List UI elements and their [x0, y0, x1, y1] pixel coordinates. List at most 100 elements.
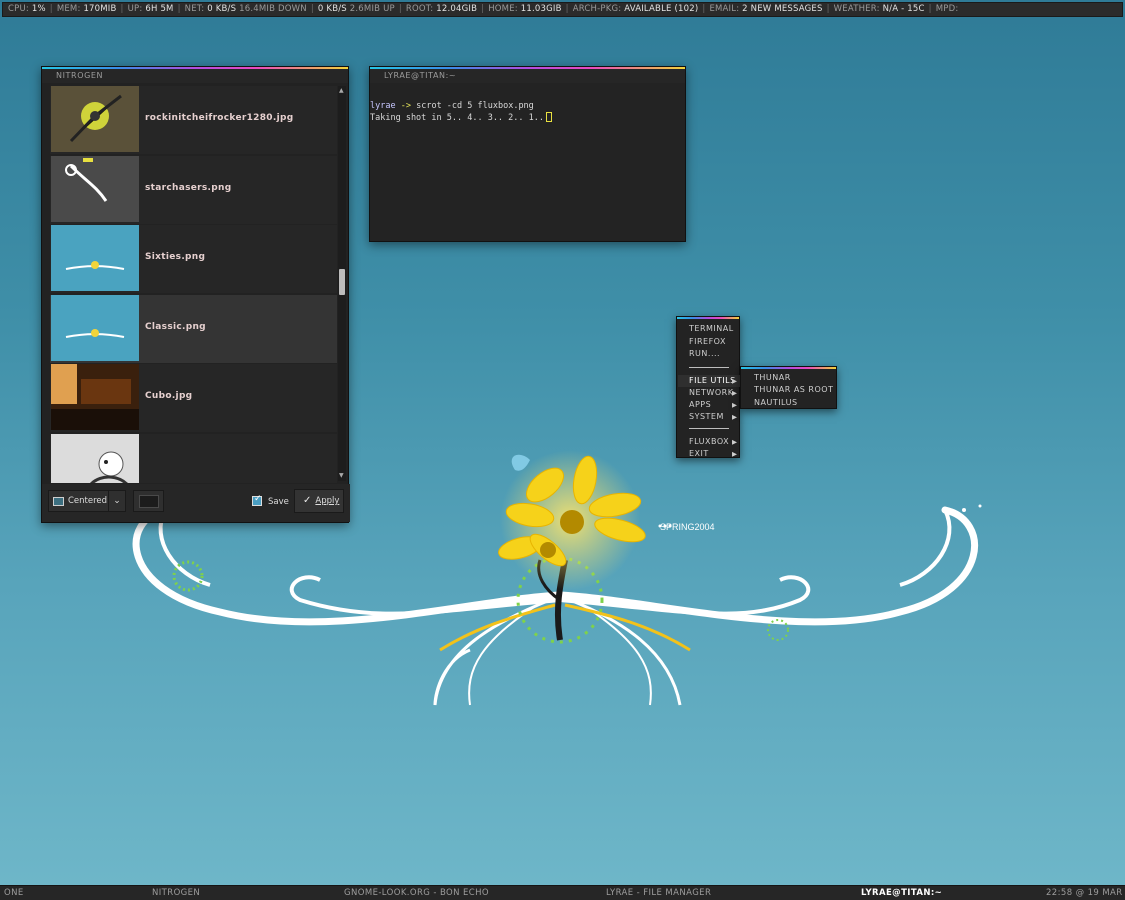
- status-value: 170MIB: [83, 4, 117, 14]
- status-separator: |: [481, 4, 485, 14]
- background-color-button[interactable]: [133, 490, 164, 512]
- nitrogen-window[interactable]: NITROGEN rockinitcheifrocker1280.jpg star…: [41, 66, 350, 523]
- scrollbar-thumb[interactable]: [339, 269, 345, 295]
- output-line: Taking shot in 5.. 4.. 3.. 2.. 1..: [370, 112, 685, 124]
- wallpaper-list-item[interactable]: [50, 433, 337, 483]
- terminal-output[interactable]: lyrae -> scrot -cd 5 fluxbox.png Taking …: [370, 101, 685, 124]
- menu-accent-bar: [677, 317, 739, 319]
- status-value: 6H 5M: [145, 4, 174, 14]
- status-separator: |: [398, 4, 402, 14]
- status-key: MEM:: [56, 4, 81, 14]
- chevron-right-icon: ▶: [732, 388, 737, 397]
- scroll-down-icon[interactable]: ▼: [339, 472, 344, 479]
- color-swatch: [139, 495, 159, 508]
- prompt-user: lyrae: [370, 101, 396, 111]
- mode-select[interactable]: Centered ⌄: [48, 490, 126, 512]
- submenu-item[interactable]: NAUTILUS: [754, 398, 798, 407]
- submenu-item[interactable]: NETWORK: [689, 388, 733, 397]
- submenu-item[interactable]: SYSTEM: [689, 412, 724, 421]
- top-status-bar: CPU: 1% | MEM: 170MIB | UP: 6H 5M | NET: 0 KB/…: [2, 2, 1123, 17]
- command-line: lyrae -> scrot -cd 5 fluxbox.png: [370, 101, 685, 112]
- status-extra: 16.4MIB DOWN: [239, 4, 307, 14]
- status-separator: |: [565, 4, 569, 14]
- wallpaper-list-item[interactable]: Cubo.jpg: [50, 364, 337, 432]
- chevron-right-icon: ▶: [732, 376, 737, 385]
- wallpaper-thumbnail[interactable]: [51, 433, 139, 483]
- menu-accent-bar: [741, 367, 836, 369]
- chevron-right-icon: ▶: [732, 401, 737, 410]
- apply-label: Apply: [315, 496, 340, 506]
- status-key: ROOT:: [405, 4, 434, 14]
- file-utils-submenu[interactable]: THUNAR THUNAR AS ROOT NAUTILUS: [740, 366, 837, 409]
- menu-item[interactable]: TERMINAL: [689, 324, 734, 333]
- monitor-icon: [53, 497, 64, 506]
- save-checkbox[interactable]: Save: [252, 494, 289, 507]
- workspace-name[interactable]: ONE: [4, 888, 24, 898]
- status-value: 0 KB/S: [207, 4, 237, 14]
- wallpaper-list-item[interactable]: Sixties.png: [50, 225, 337, 293]
- wallpaper-thumbnail[interactable]: [51, 364, 139, 430]
- root-menu[interactable]: TERMINAL FIREFOX RUN.... FILE UTILS ▶ NETWORK…: [676, 316, 740, 458]
- status-extra: 2.6MIB UP: [349, 4, 395, 14]
- status-key: ARCH-PKG:: [572, 4, 622, 14]
- submenu-item[interactable]: EXIT: [689, 449, 709, 458]
- menu-separator: [689, 366, 729, 368]
- save-label: Save: [268, 497, 289, 507]
- task-terminal[interactable]: LYRAE@TITAN:~: [861, 888, 942, 898]
- wallpaper-thumbnail[interactable]: [51, 155, 139, 222]
- wallpaper-filename: Cubo.jpg: [145, 391, 193, 401]
- menu-item[interactable]: RUN....: [689, 349, 720, 358]
- wallpaper-thumbnail[interactable]: [51, 294, 139, 361]
- terminal-window[interactable]: LYRAE@TITAN:~ lyrae -> scrot -cd 5 fluxb…: [369, 66, 686, 242]
- status-separator: |: [49, 4, 53, 14]
- scroll-up-icon[interactable]: ▲: [339, 87, 344, 94]
- task-nitrogen[interactable]: NITROGEN: [152, 888, 200, 898]
- wallpaper-list-item[interactable]: Classic.png: [50, 294, 337, 363]
- status-value: 12.04GIB: [436, 4, 478, 14]
- prompt-arrow: ->: [400, 101, 411, 111]
- status-value: 2 NEW MESSAGES: [742, 4, 823, 14]
- text-cursor: [546, 112, 552, 122]
- window-title[interactable]: NITROGEN: [42, 69, 348, 83]
- checkbox-checked-icon[interactable]: [252, 494, 262, 506]
- chevron-down-icon[interactable]: ⌄: [108, 491, 125, 511]
- wallpaper-spring-label: SPRING2004: [660, 522, 715, 532]
- wallpaper-thumbnail[interactable]: [51, 86, 139, 152]
- checkmark-icon: ✓: [303, 495, 312, 506]
- apply-button[interactable]: ✓ Apply: [294, 489, 344, 513]
- status-value: N/A - 15C: [882, 4, 925, 14]
- command-text: scrot -cd 5 fluxbox.png: [416, 101, 534, 111]
- submenu-item[interactable]: THUNAR AS ROOT: [754, 385, 833, 394]
- status-separator: |: [177, 4, 181, 14]
- submenu-item[interactable]: FILE UTILS: [689, 376, 736, 385]
- submenu-item[interactable]: THUNAR: [754, 373, 791, 382]
- status-value: 11.03GIB: [520, 4, 562, 14]
- wallpaper-filename: Sixties.png: [145, 252, 206, 262]
- wallpaper-list-item[interactable]: starchasers.png: [50, 155, 337, 224]
- wallpaper-filename: Classic.png: [145, 321, 206, 332]
- status-key: HOME:: [488, 4, 518, 14]
- wallpaper-thumbnail[interactable]: [51, 225, 139, 291]
- task-file-manager[interactable]: LYRAE - FILE MANAGER: [606, 888, 711, 898]
- status-separator: |: [120, 4, 124, 14]
- window-title[interactable]: LYRAE@TITAN:~: [370, 69, 685, 83]
- task-browser[interactable]: GNOME-LOOK.ORG - BON ECHO: [344, 888, 489, 898]
- status-key: MPD:: [935, 4, 959, 14]
- taskbar: ONE NITROGEN GNOME-LOOK.ORG - BON ECHO L…: [0, 885, 1125, 900]
- scrollbar[interactable]: ▲ ▼: [338, 86, 346, 481]
- status-separator: |: [826, 4, 830, 14]
- status-key: CPU:: [8, 4, 29, 14]
- submenu-item[interactable]: FLUXBOX: [689, 437, 729, 446]
- mode-select-value: Centered: [68, 496, 108, 506]
- wallpaper-filename: starchasers.png: [145, 182, 232, 193]
- submenu-item[interactable]: APPS: [689, 400, 711, 409]
- status-value: AVAILABLE (102): [624, 4, 699, 14]
- wallpaper-filename: rockinitcheifrocker1280.jpg: [145, 113, 294, 123]
- wallpaper-list[interactable]: rockinitcheifrocker1280.jpg starchasers.p…: [50, 86, 337, 548]
- wallpaper-list-item[interactable]: rockinitcheifrocker1280.jpg: [50, 86, 337, 154]
- clock: 22:58 @ 19 MAR: [1046, 888, 1123, 898]
- status-value: 0 KB/S: [317, 4, 347, 14]
- status-separator: |: [310, 4, 314, 14]
- menu-item[interactable]: FIREFOX: [689, 337, 726, 346]
- menu-separator: [689, 427, 729, 429]
